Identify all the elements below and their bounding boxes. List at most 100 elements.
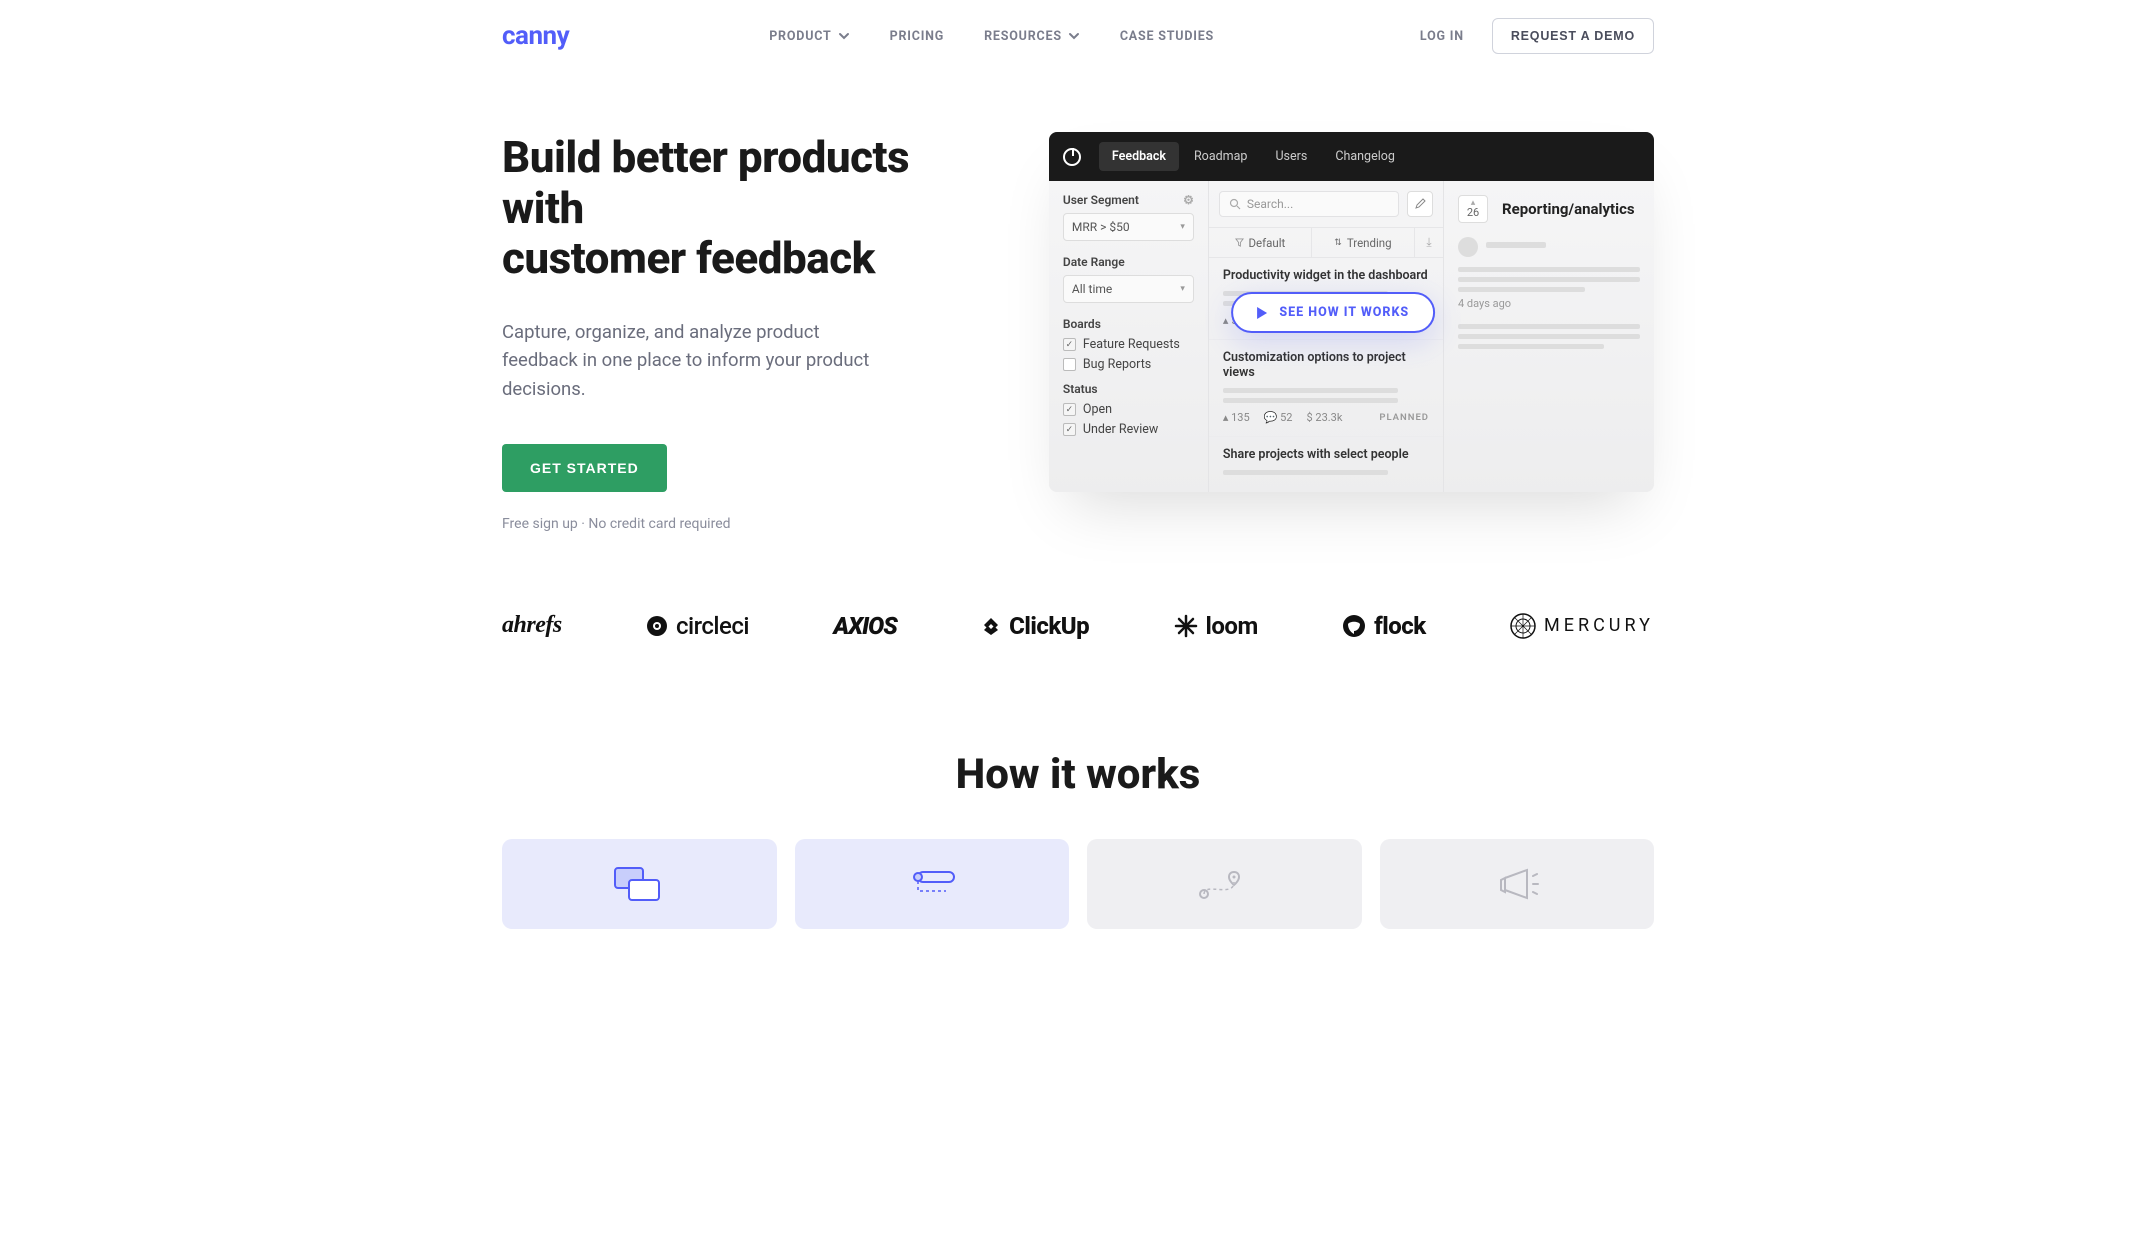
- checkbox-icon: [1063, 358, 1076, 371]
- compose-button[interactable]: [1407, 191, 1433, 217]
- logo-mercury: MERCURY: [1510, 613, 1654, 639]
- chevron-down-icon: ▾: [1180, 284, 1185, 294]
- mockup-topbar: Feedback Roadmap Users Changelog: [1049, 132, 1654, 181]
- get-started-button[interactable]: GET STARTED: [502, 444, 667, 492]
- boards-label: Boards: [1063, 317, 1194, 331]
- roadmap-card-icon: [1194, 864, 1254, 904]
- nav-center: PRODUCT PRICING RESOURCES CASE STUDIES: [769, 29, 1214, 44]
- flock-icon: [1342, 614, 1366, 638]
- skeleton-line: [1223, 470, 1388, 475]
- logos-row: ahrefs circleci AXIOS ClickUp loom flock…: [478, 612, 1678, 640]
- chevron-down-icon: ▾: [1180, 222, 1185, 232]
- status-tag: PLANNED: [1379, 412, 1429, 423]
- search-input[interactable]: Search...: [1219, 191, 1399, 217]
- how-card-4[interactable]: [1380, 839, 1655, 929]
- hero-title: Build better products with customer feed…: [502, 132, 1009, 284]
- login-link[interactable]: LOG IN: [1420, 29, 1464, 44]
- search-icon: [1229, 198, 1241, 210]
- checkbox-icon: ✓: [1063, 423, 1076, 436]
- avatar: [1458, 237, 1478, 257]
- skeleton-line: [1458, 324, 1640, 329]
- filter-icon: [1235, 238, 1244, 247]
- pencil-icon: [1414, 198, 1426, 210]
- navbar: canny PRODUCT PRICING RESOURCES CASE STU…: [478, 0, 1678, 72]
- tab-roadmap[interactable]: Roadmap: [1181, 142, 1260, 171]
- logo-ahrefs: ahrefs: [502, 612, 562, 639]
- filter-default[interactable]: Default: [1209, 228, 1312, 257]
- hero-subtitle: Capture, organize, and analyze product f…: [502, 318, 882, 404]
- how-card-1[interactable]: [502, 839, 777, 929]
- skeleton-line: [1223, 398, 1398, 403]
- post-title: Productivity widget in the dashboard: [1223, 268, 1429, 283]
- feedback-post[interactable]: Share projects with select people: [1209, 437, 1443, 492]
- board-feature-requests[interactable]: ✓ Feature Requests: [1063, 337, 1194, 352]
- how-it-works-cards: [478, 839, 1678, 929]
- hero-left: Build better products with customer feed…: [502, 132, 1009, 532]
- nav-pricing-label: PRICING: [890, 29, 945, 44]
- mockup-main: Search... Default ⇅ Trending: [1209, 181, 1444, 492]
- logo-clickup: ClickUp: [981, 612, 1089, 640]
- main-toolbar: Search...: [1209, 181, 1443, 228]
- author-row: [1458, 237, 1640, 257]
- nav-case-studies[interactable]: CASE STUDIES: [1120, 29, 1214, 44]
- brand-logo[interactable]: canny: [502, 21, 569, 51]
- request-demo-button[interactable]: REQUEST A DEMO: [1492, 18, 1654, 54]
- comments-count: 💬 52: [1264, 411, 1293, 424]
- board-bug-reports[interactable]: Bug Reports: [1063, 357, 1194, 372]
- mrr-value: $ 23.3k: [1306, 411, 1342, 424]
- date-range-label: Date Range: [1063, 255, 1194, 269]
- loom-icon: [1174, 614, 1198, 638]
- skeleton-line: [1223, 388, 1398, 393]
- tab-feedback[interactable]: Feedback: [1099, 142, 1179, 171]
- status-under-review[interactable]: ✓ Under Review: [1063, 422, 1194, 437]
- nav-case-studies-label: CASE STUDIES: [1120, 29, 1214, 44]
- user-segment-select[interactable]: MRR > $50 ▾: [1063, 213, 1194, 241]
- date-range-select[interactable]: All time ▾: [1063, 275, 1194, 303]
- gear-icon[interactable]: ⚙: [1183, 193, 1194, 207]
- post-title: Share projects with select people: [1223, 447, 1429, 462]
- logo-flock: flock: [1342, 612, 1426, 640]
- nav-resources[interactable]: RESOURCES: [984, 29, 1080, 44]
- mockup-body: User Segment ⚙ MRR > $50 ▾ Date Range Al…: [1049, 181, 1654, 492]
- mockup-logo-icon: [1063, 148, 1081, 166]
- hero: Build better products with customer feed…: [478, 132, 1678, 532]
- nav-product-label: PRODUCT: [769, 29, 831, 44]
- vote-button[interactable]: 26: [1458, 195, 1488, 223]
- download-button[interactable]: ⤓: [1415, 228, 1443, 257]
- checkbox-icon: ✓: [1063, 338, 1076, 351]
- tab-users[interactable]: Users: [1262, 142, 1320, 171]
- download-icon: ⤓: [1426, 235, 1431, 250]
- post-meta: ▴ 135 💬 52 $ 23.3k PLANNED: [1223, 411, 1429, 424]
- mockup-tabs: Feedback Roadmap Users Changelog: [1099, 142, 1408, 171]
- nav-right: LOG IN REQUEST A DEMO: [1420, 18, 1654, 54]
- logo-axios: AXIOS: [833, 612, 896, 640]
- mockup-detail: 26 Reporting/analytics 4 days ago: [1444, 181, 1654, 492]
- user-segment-header: User Segment ⚙: [1063, 193, 1194, 207]
- hero-right: Feedback Roadmap Users Changelog User Se…: [1049, 132, 1654, 532]
- analyze-card-icon: [902, 864, 962, 904]
- vote-box: 26 Reporting/analytics: [1458, 195, 1640, 223]
- how-card-3[interactable]: [1087, 839, 1362, 929]
- sort-icon: ⇅: [1334, 238, 1342, 248]
- skeleton-line: [1458, 344, 1604, 349]
- tab-changelog[interactable]: Changelog: [1322, 142, 1408, 171]
- filter-row: Default ⇅ Trending ⤓: [1209, 228, 1443, 258]
- skeleton-line: [1458, 277, 1640, 282]
- hero-note: Free sign up · No credit card required: [502, 516, 1009, 532]
- sort-trending[interactable]: ⇅ Trending: [1312, 228, 1415, 257]
- skeleton-line: [1486, 242, 1546, 248]
- status-label: Status: [1063, 382, 1194, 396]
- skeleton-line: [1458, 334, 1640, 339]
- feedback-card-icon: [609, 864, 669, 904]
- nav-resources-label: RESOURCES: [984, 29, 1062, 44]
- detail-title: Reporting/analytics: [1502, 200, 1635, 218]
- announce-card-icon: [1487, 864, 1547, 904]
- skeleton-line: [1458, 287, 1585, 292]
- feedback-post[interactable]: Customization options to project views ▴…: [1209, 340, 1443, 437]
- nav-pricing[interactable]: PRICING: [890, 29, 945, 44]
- see-how-it-works-button[interactable]: SEE HOW IT WORKS: [1231, 292, 1435, 333]
- nav-product[interactable]: PRODUCT: [769, 29, 849, 44]
- how-card-2[interactable]: [795, 839, 1070, 929]
- status-open[interactable]: ✓ Open: [1063, 402, 1194, 417]
- how-it-works-title: How it works: [0, 750, 2156, 799]
